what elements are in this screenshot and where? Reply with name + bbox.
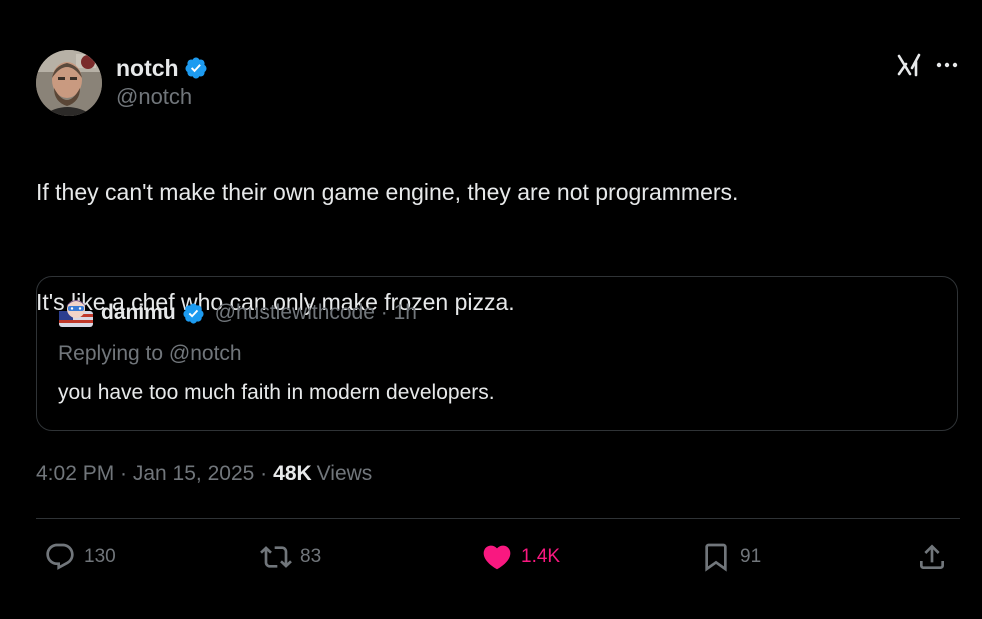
views-count: 48K bbox=[273, 462, 312, 485]
bookmark-icon bbox=[705, 543, 727, 572]
reply-button[interactable]: 130 bbox=[44, 539, 116, 575]
verified-badge-icon bbox=[184, 56, 208, 80]
avatar[interactable] bbox=[36, 50, 102, 116]
bookmark-count: 91 bbox=[740, 546, 762, 567]
tweet-timestamp[interactable]: 4:02 PM · Jan 15, 2025 · bbox=[36, 462, 267, 486]
quoted-avatar[interactable] bbox=[57, 297, 95, 329]
quoted-verified-badge-icon bbox=[182, 302, 205, 325]
author-display-name[interactable]: notch bbox=[116, 55, 179, 82]
like-button[interactable]: 1.4K bbox=[481, 539, 560, 575]
grok-icon[interactable] bbox=[896, 52, 922, 83]
bookmark-button[interactable]: 91 bbox=[700, 539, 761, 575]
quoted-tweet-header: danimu @hustlewithcode · 1h bbox=[57, 298, 417, 328]
more-icon[interactable] bbox=[934, 52, 960, 83]
author-handle[interactable]: @notch bbox=[116, 84, 208, 110]
tweet-text-line-1: If they can't make their own game engine… bbox=[36, 179, 739, 205]
divider bbox=[36, 518, 960, 519]
repost-icon bbox=[260, 546, 292, 568]
share-button[interactable] bbox=[916, 539, 948, 575]
action-bar: 130 83 1.4K 91 bbox=[36, 539, 960, 575]
share-icon bbox=[920, 544, 944, 569]
top-actions bbox=[896, 52, 960, 83]
quoted-display-name[interactable]: danimu bbox=[101, 301, 176, 325]
quoted-handle-time[interactable]: @hustlewithcode · 1h bbox=[215, 301, 417, 325]
repost-count: 83 bbox=[300, 546, 322, 567]
reply-count: 130 bbox=[84, 546, 116, 567]
author-names: notch @notch bbox=[116, 52, 208, 110]
views-label: Views bbox=[316, 462, 373, 485]
tweet-header: notch @notch bbox=[36, 50, 960, 116]
like-count: 1.4K bbox=[521, 546, 561, 567]
quoted-tweet[interactable]: danimu @hustlewithcode · 1h Replying to … bbox=[36, 276, 958, 431]
heart-icon bbox=[483, 545, 511, 570]
tweet: notch @notch If they can't make their ow… bbox=[36, 50, 960, 572]
quoted-tweet-text: you have too much faith in modern develo… bbox=[58, 381, 495, 404]
reply-icon bbox=[46, 543, 74, 570]
tweet-meta: 4:02 PM · Jan 15, 2025 · 48K Views bbox=[36, 462, 372, 486]
quoted-replying-to[interactable]: Replying to @notch bbox=[58, 342, 242, 366]
repost-button[interactable]: 83 bbox=[260, 539, 321, 575]
